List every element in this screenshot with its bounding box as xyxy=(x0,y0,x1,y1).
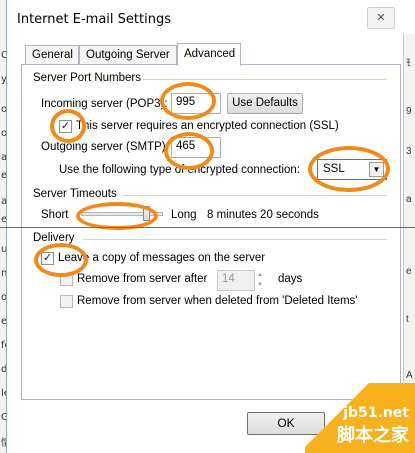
close-button[interactable]: ✕ xyxy=(367,7,395,29)
incoming-ssl-label: This server requires an encrypted connec… xyxy=(76,120,339,132)
remove-after-label: Remove from server after xyxy=(77,273,208,285)
bg-text-fragment: e xyxy=(406,266,412,277)
annotation-ring-leave-copy xyxy=(34,243,88,277)
server-port-numbers-group-title: Server Port Numbers xyxy=(33,72,142,84)
bg-text-fragment: 9 xyxy=(406,106,412,117)
annotation-ring-incoming-port xyxy=(160,82,216,120)
outgoing-server-label: Outgoing server (SMTP): xyxy=(41,141,169,153)
spinner-down-icon[interactable]: ▼ xyxy=(255,280,265,290)
bg-text-fragment: ﾓ xyxy=(406,58,411,69)
annotation-ring-timeout-slider xyxy=(76,202,158,230)
days-spinner[interactable]: ▲ ▼ xyxy=(255,270,265,291)
annotation-ring-outgoing-port xyxy=(164,132,214,170)
group-divider xyxy=(143,79,387,80)
bg-text-fragment: 3 xyxy=(406,146,412,157)
title-bar: Internet E-mail Settings ✕ xyxy=(7,0,415,38)
timeout-long-label: Long xyxy=(171,209,197,221)
watermark-site-text: jb51.net xyxy=(343,405,409,421)
annotation-ring-ssl-checkbox xyxy=(50,109,86,143)
tab-general[interactable]: General xyxy=(25,45,79,65)
server-timeouts-group-title: Server Timeouts xyxy=(33,188,117,200)
days-label: days xyxy=(278,273,303,285)
bg-text-fragment: t xyxy=(406,314,409,325)
remove-deleted-checkbox[interactable] xyxy=(60,295,73,308)
remove-after-days-input[interactable]: 14 xyxy=(217,270,255,291)
bg-text-fragment: a xyxy=(406,194,412,205)
delivery-group-title: Delivery xyxy=(33,232,75,244)
watermark-name-text: 脚本之家 xyxy=(337,425,409,446)
tab-advanced[interactable]: Advanced xyxy=(177,43,241,66)
annotation-line xyxy=(0,227,415,228)
remove-deleted-label: Remove from server when deleted from 'De… xyxy=(77,295,358,307)
use-defaults-button[interactable]: Use Defaults xyxy=(227,93,303,114)
tab-outgoing-server[interactable]: Outgoing Server xyxy=(79,45,177,65)
timeout-value-text: 8 minutes 20 seconds xyxy=(207,209,319,221)
dialog-title: Internet E-mail Settings xyxy=(17,12,171,27)
background-window-right: ﾓ 9 3 a e t A xyxy=(403,34,415,414)
leave-copy-label: Leave a copy of messages on the server xyxy=(58,252,266,264)
annotation-ring-encryption-select xyxy=(308,146,390,192)
bg-text-fragment: A xyxy=(406,370,413,381)
timeout-short-label: Short xyxy=(41,209,69,221)
incoming-server-label: Incoming server (POP3): xyxy=(41,98,168,110)
close-icon: ✕ xyxy=(376,12,386,24)
group-divider xyxy=(83,239,387,240)
group-divider xyxy=(123,195,387,196)
spinner-up-icon[interactable]: ▲ xyxy=(255,270,265,280)
